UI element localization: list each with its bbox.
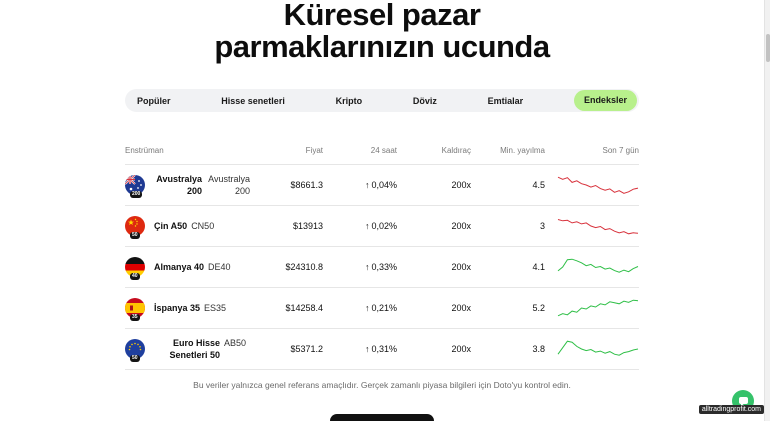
tab-kripto[interactable]: Kripto <box>336 96 363 106</box>
cta-button[interactable] <box>330 414 434 421</box>
flag-badge: 50 <box>130 354 140 362</box>
table-row[interactable]: 40 Almanya 40 DE40 $24310.8 ↑ 0,33% 200x … <box>125 246 639 288</box>
leverage-value: 200x <box>397 287 471 329</box>
spread-value: 4.5 <box>471 164 545 206</box>
table-row[interactable]: 200 Avustralya 200 Avustralya 200 $8661.… <box>125 164 639 206</box>
arrow-up-icon: ↑ <box>364 179 370 190</box>
header-chart: Son 7 gün <box>545 137 639 165</box>
page-scrollbar[interactable] <box>764 0 770 421</box>
tab-doviz[interactable]: Döviz <box>413 96 437 106</box>
table-row[interactable]: 50 Euro Hisse Senetleri 50 AB50 $5371.2 … <box>125 328 639 370</box>
change-value: 0,33% <box>371 261 397 272</box>
leverage-value: 200x <box>397 164 471 206</box>
sparkline-path <box>557 176 639 194</box>
instrument-name: İspanya 35 <box>154 302 201 313</box>
australia-flag-icon: 200 <box>125 174 145 198</box>
arrow-up-icon: ↑ <box>364 261 370 272</box>
tab-hisse-senetleri[interactable]: Hisse senetleri <box>221 96 285 106</box>
eu-flag-icon: 50 <box>125 338 145 362</box>
hero-title-line2: parmaklarınızın ucunda <box>214 29 550 64</box>
instrument-name: Almanya 40 <box>154 261 205 272</box>
tab-endeksler[interactable]: Endeksler <box>573 90 637 111</box>
instrument-name: Euro Hisse Senetleri 50 <box>169 337 220 360</box>
spread-value: 3 <box>471 205 545 247</box>
flag-badge: 50 <box>130 231 140 239</box>
arrow-up-icon: ↑ <box>364 302 370 313</box>
header-leverage: Kaldıraç <box>397 137 471 165</box>
leverage-value: 200x <box>397 246 471 288</box>
sparkline-chart <box>557 340 639 356</box>
flag-badge: 40 <box>130 272 140 280</box>
sparkline-chart <box>557 218 639 234</box>
sparkline-chart <box>557 176 639 194</box>
instrument-ticker: AB50 <box>224 337 247 348</box>
sparkline-path <box>557 299 639 316</box>
sparkline-chart <box>557 258 639 273</box>
header-price: Fiyat <box>259 137 323 165</box>
tab-populer[interactable]: Popüler <box>137 96 171 106</box>
header-spread: Min. yayılma <box>471 137 545 165</box>
spread-value: 3.8 <box>471 328 545 370</box>
china-flag-icon: 50 <box>125 215 145 239</box>
instrument-ticker: CN50 <box>191 220 215 231</box>
header-change: 24 saat <box>323 137 397 165</box>
change-value: 0,21% <box>371 302 397 313</box>
sparkline-chart <box>557 299 639 316</box>
price-value: $14258.4 <box>259 287 323 329</box>
price-value: $8661.3 <box>259 164 323 206</box>
scrollbar-thumb[interactable] <box>766 34 770 62</box>
leverage-value: 200x <box>397 328 471 370</box>
leverage-value: 200x <box>397 205 471 247</box>
header-instrument: Enstrüman <box>125 137 259 165</box>
sparkline-path <box>557 258 639 273</box>
price-value: $13913 <box>259 205 323 247</box>
table-header-row: Enstrüman Fiyat 24 saat Kaldıraç Min. ya… <box>125 137 639 165</box>
hero-title-line1: Küresel pazar <box>283 0 481 32</box>
category-tabs: Popüler Hisse senetleri Kripto Döviz Emt… <box>125 89 639 112</box>
instrument-ticker: Avustralya 200 <box>208 173 250 196</box>
spread-value: 5.2 <box>471 287 545 329</box>
price-value: $24310.8 <box>259 246 323 288</box>
page: Küresel pazar parmaklarınızın ucunda Pop… <box>0 0 764 421</box>
sparkline-path <box>557 218 639 234</box>
table-row[interactable]: 50 Çin A50 CN50 $13913 ↑ 0,02% 200x 3 <box>125 205 639 247</box>
price-value: $5371.2 <box>259 328 323 370</box>
instruments-table: Enstrüman Fiyat 24 saat Kaldıraç Min. ya… <box>125 137 639 370</box>
flag-badge: 35 <box>130 313 140 321</box>
instrument-name: Çin A50 <box>154 220 188 231</box>
change-value: 0,02% <box>371 220 397 231</box>
disclaimer-text: Bu veriler yalnızca genel referans amaçl… <box>193 380 571 390</box>
watermark-text: alltradingprofit.com <box>698 405 764 414</box>
change-value: 0,31% <box>371 343 397 354</box>
spain-flag-icon: 35 <box>125 297 145 321</box>
germany-flag-icon: 40 <box>125 256 145 280</box>
spread-value: 4.1 <box>471 246 545 288</box>
arrow-up-icon: ↑ <box>364 343 370 354</box>
instrument-ticker: DE40 <box>208 261 231 272</box>
table-row[interactable]: 35 İspanya 35 ES35 $14258.4 ↑ 0,21% 200x … <box>125 287 639 329</box>
instrument-name: Avustralya 200 <box>156 173 202 196</box>
change-value: 0,04% <box>371 179 397 190</box>
tab-emtialar[interactable]: Emtialar <box>488 96 524 106</box>
flag-badge: 200 <box>130 190 143 198</box>
arrow-up-icon: ↑ <box>364 220 370 231</box>
sparkline-path <box>557 340 639 356</box>
instrument-ticker: ES35 <box>204 302 227 313</box>
